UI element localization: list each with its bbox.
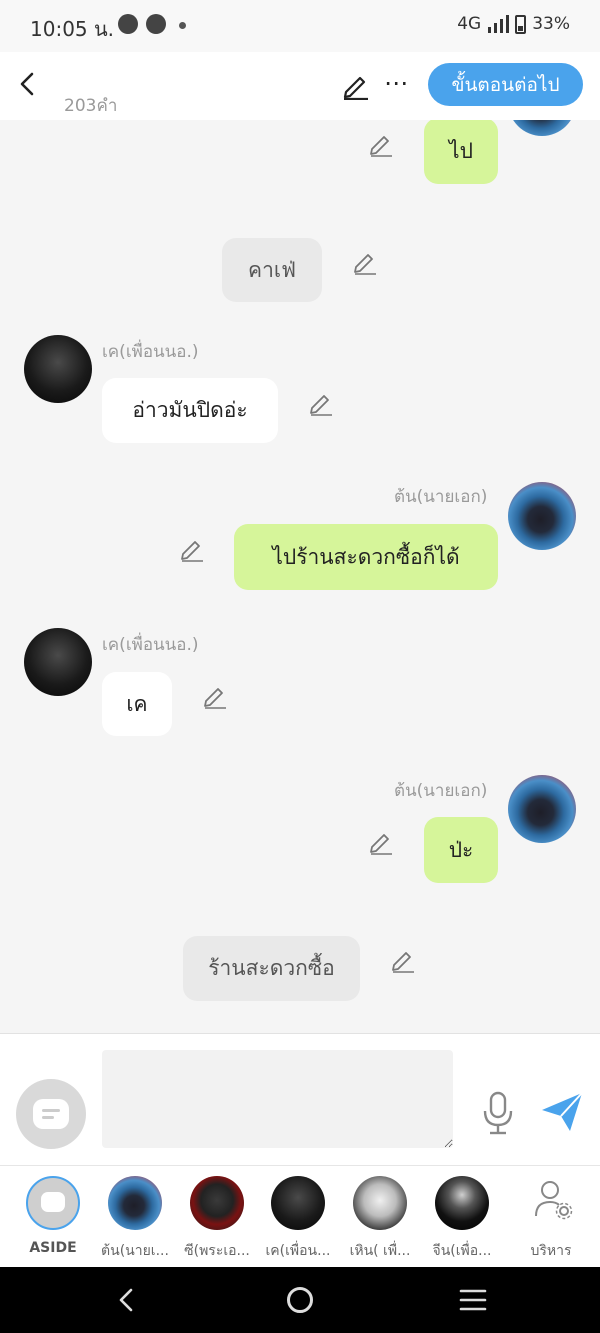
chat-area: ไป คาเฟ่ เค(เพื่อนนอ.) อ่าวมันปิดอ่ะ ต้น… <box>0 120 600 1033</box>
nav-recents-icon[interactable] <box>459 1287 487 1313</box>
nav-home-icon[interactable] <box>287 1287 313 1313</box>
aside-icon <box>33 1099 69 1129</box>
character-label: เค(เพื่อน... <box>265 1243 331 1259</box>
signal-icon <box>488 15 510 33</box>
more-notifications-icon <box>179 22 186 29</box>
avatar[interactable] <box>508 482 576 550</box>
status-time: 10:05 น. <box>30 17 115 41</box>
send-icon[interactable] <box>540 1090 584 1134</box>
narration-bubble[interactable]: คาเฟ่ <box>222 238 322 302</box>
character-manage-button[interactable]: บริหาร <box>509 1176 593 1266</box>
character-item[interactable]: จีน(เพื่อ... <box>420 1176 504 1266</box>
app-notification-icon <box>146 14 166 34</box>
character-item[interactable]: ซี(พระเอ... <box>175 1176 259 1266</box>
battery-percent: 33% <box>532 14 570 34</box>
more-icon[interactable]: ⋯ <box>384 68 409 98</box>
character-label: ซี(พระเอ... <box>184 1243 250 1259</box>
avatar <box>271 1176 325 1230</box>
message-bubble[interactable]: ไปร้านสะดวกซื้อก็ได้ <box>234 524 498 590</box>
character-label: จีน(เพื่อ... <box>432 1243 492 1259</box>
pencil-icon[interactable] <box>352 249 378 275</box>
next-step-button[interactable]: ขั้นตอนต่อไป <box>428 63 583 106</box>
message-bubble[interactable]: ไป <box>424 120 498 184</box>
pencil-icon[interactable] <box>390 947 416 973</box>
message-input[interactable] <box>102 1050 453 1148</box>
character-selector: ASIDE ต้น(นายเ... ซี(พระเอ... เค(เพื่อน.… <box>0 1165 600 1267</box>
sender-name: ต้น(นายเอก) <box>394 487 488 507</box>
character-label: เหิน( เพื่... <box>349 1243 411 1259</box>
admin-icon <box>535 1181 573 1220</box>
pencil-icon[interactable] <box>368 131 394 157</box>
message-bubble[interactable]: เค <box>102 672 172 736</box>
word-count: 203คำ <box>64 96 118 116</box>
avatar[interactable] <box>508 775 576 843</box>
status-right: 4G 33% <box>457 14 570 34</box>
aside-icon <box>41 1192 65 1212</box>
pencil-icon[interactable] <box>368 829 394 855</box>
sender-name: ต้น(นายเอก) <box>394 781 488 801</box>
avatar[interactable] <box>24 335 92 403</box>
sender-name: เค(เพื่อนนอ.) <box>102 635 199 655</box>
message-notification-icon <box>118 14 138 34</box>
character-item[interactable]: เหิน( เพื่... <box>338 1176 422 1266</box>
mic-icon[interactable] <box>480 1090 516 1136</box>
avatar[interactable] <box>24 628 92 696</box>
character-label: ASIDE <box>29 1240 77 1256</box>
avatar <box>435 1176 489 1230</box>
pencil-icon[interactable] <box>179 536 205 562</box>
character-item[interactable]: เค(เพื่อน... <box>256 1176 340 1266</box>
pencil-icon[interactable] <box>202 683 228 709</box>
character-aside[interactable]: ASIDE <box>11 1176 95 1266</box>
composer <box>0 1033 600 1165</box>
back-icon[interactable] <box>14 66 46 102</box>
pencil-icon[interactable] <box>308 390 334 416</box>
avatar[interactable] <box>508 120 576 136</box>
character-item[interactable]: ต้น(นายเ... <box>93 1176 177 1266</box>
chat-editor-screen: 10:05 น. 4G 33% 203คำ ⋯ ขั้นตอนต่อไป ไป … <box>0 0 600 1333</box>
aside-toggle-button[interactable] <box>16 1079 86 1149</box>
battery-icon <box>515 14 527 34</box>
avatar <box>190 1176 244 1230</box>
character-label: บริหาร <box>530 1243 572 1259</box>
character-label: ต้น(นายเ... <box>101 1243 169 1259</box>
message-bubble[interactable]: ป่ะ <box>424 817 498 883</box>
nav-back-icon[interactable] <box>114 1287 140 1313</box>
avatar <box>353 1176 407 1230</box>
network-label: 4G <box>457 14 482 34</box>
edit-icon[interactable] <box>340 70 372 100</box>
avatar <box>108 1176 162 1230</box>
aside-avatar <box>26 1176 80 1230</box>
narration-bubble[interactable]: ร้านสะดวกซื้อ <box>183 936 360 1001</box>
system-nav-bar <box>0 1267 600 1333</box>
status-bar: 10:05 น. 4G 33% <box>0 0 600 52</box>
top-bar: 203คำ ⋯ ขั้นตอนต่อไป <box>0 52 600 120</box>
message-bubble[interactable]: อ่าวมันปิดอ่ะ <box>102 378 278 443</box>
sender-name: เค(เพื่อนนอ.) <box>102 342 199 362</box>
